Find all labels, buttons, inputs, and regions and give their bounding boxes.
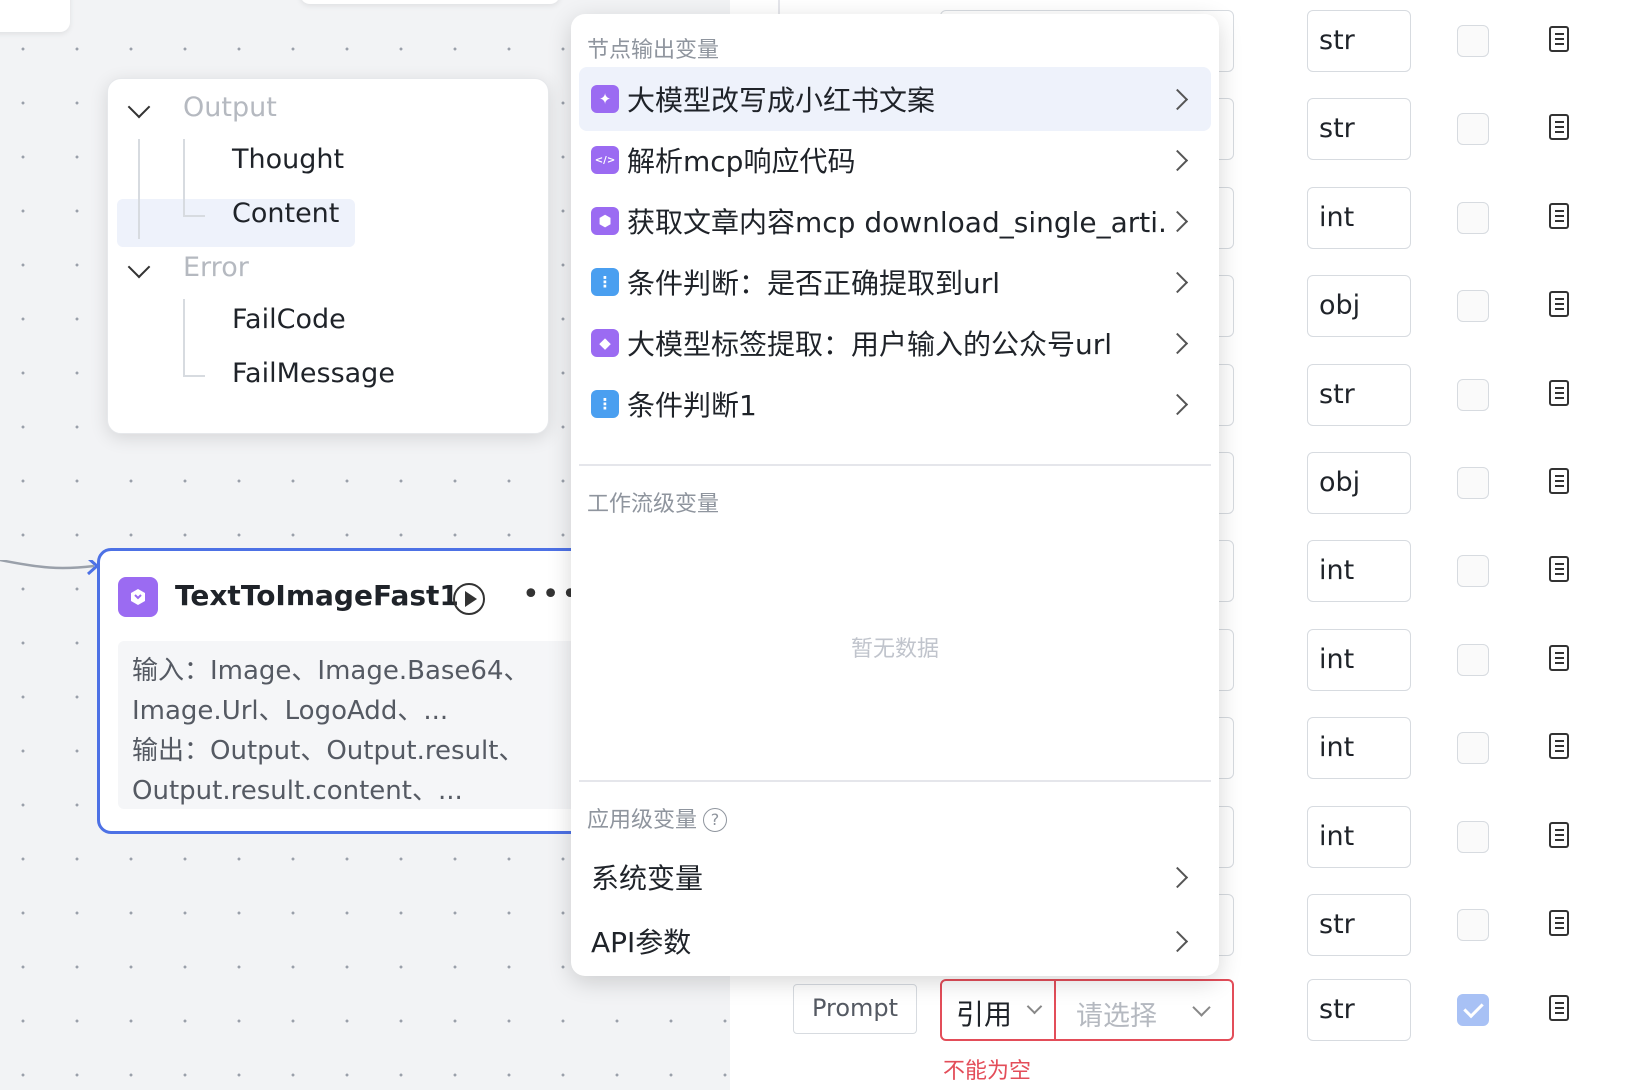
required-checkbox[interactable]: [1457, 467, 1489, 499]
required-checkbox[interactable]: [1457, 290, 1489, 323]
chevron-right-icon: [1166, 210, 1189, 232]
menu-item-label: 条件判断：是否正确提取到url: [627, 267, 1001, 300]
sparkle-icon: ✦: [591, 85, 619, 113]
required-checkbox[interactable]: [1457, 201, 1489, 234]
param-type[interactable]: obj: [1307, 452, 1411, 514]
required-checkbox[interactable]: [1457, 994, 1489, 1026]
chevron-down-icon[interactable]: [127, 255, 151, 279]
required-checkbox[interactable]: [1457, 820, 1489, 853]
param-type[interactable]: str: [1307, 10, 1411, 72]
param-type[interactable]: str: [1307, 98, 1411, 161]
code-icon: </>: [591, 146, 619, 174]
required-checkbox[interactable]: [1457, 113, 1489, 146]
chevron-down-icon: [1026, 998, 1043, 1015]
param-type[interactable]: str: [1307, 894, 1411, 956]
param-type[interactable]: str: [1307, 979, 1411, 1041]
chevron-down-icon: [1192, 998, 1211, 1017]
menu-item-label: 大模型改写成小红书文案: [627, 84, 936, 117]
variable-select-placeholder: 请选择: [1076, 1001, 1157, 1032]
required-checkbox[interactable]: [1457, 909, 1489, 941]
chevron-right-icon: [1166, 866, 1189, 888]
required-checkbox[interactable]: [1457, 25, 1489, 57]
document-icon[interactable]: [1549, 995, 1569, 1021]
document-icon[interactable]: [1549, 379, 1569, 406]
tag-icon: ◆: [591, 329, 619, 357]
menu-item-node-2[interactable]: </> 解析mcp响应代码: [579, 128, 1211, 192]
menu-item-api-params[interactable]: API参数: [579, 909, 1211, 973]
empty-state-text: 暂无数据: [850, 637, 939, 662]
chevron-right-icon: [1166, 332, 1189, 354]
plugin-icon: ⬢: [591, 207, 619, 235]
menu-item-node-4[interactable]: ⋮ 条件判断：是否正确提取到url: [579, 250, 1211, 314]
document-icon[interactable]: [1549, 556, 1569, 583]
divider: [579, 464, 1211, 466]
variable-select[interactable]: 请选择: [1054, 979, 1234, 1041]
required-checkbox[interactable]: [1457, 378, 1489, 411]
source-type-value: 引用: [956, 998, 1013, 1031]
plugin-icon: [118, 577, 158, 617]
param-type[interactable]: int: [1307, 628, 1411, 691]
document-icon[interactable]: [1549, 468, 1569, 494]
help-icon[interactable]: ?: [703, 808, 728, 832]
param-row-prompt: Prompt 引用 请选择 str 不能为空: [730, 979, 1646, 1084]
branch-icon: ⋮: [591, 390, 619, 418]
section-title-app-label: 应用级变量: [587, 808, 698, 833]
tree-group-output[interactable]: Output: [183, 83, 277, 131]
tree-group-error[interactable]: Error: [183, 243, 249, 291]
menu-item-label: 获取文章内容mcp download_single_arti...: [627, 206, 1170, 239]
node-title: TextToImageFast1: [175, 579, 459, 612]
document-icon[interactable]: [1549, 910, 1569, 936]
document-icon[interactable]: [1549, 821, 1569, 848]
param-type[interactable]: obj: [1307, 275, 1411, 338]
document-icon[interactable]: [1549, 202, 1569, 229]
param-type[interactable]: int: [1307, 717, 1411, 780]
param-type[interactable]: int: [1307, 540, 1411, 603]
menu-item-system-variables[interactable]: 系统变量: [579, 845, 1211, 909]
menu-item-label: API参数: [591, 926, 692, 959]
document-icon[interactable]: [1549, 644, 1569, 671]
tree-item-content[interactable]: Content: [232, 189, 339, 237]
param-name-tag: Prompt: [793, 984, 917, 1034]
required-checkbox[interactable]: [1457, 732, 1489, 765]
branch-icon: ⋮: [591, 268, 619, 296]
document-icon[interactable]: [1549, 291, 1569, 318]
source-type-select[interactable]: 引用: [940, 979, 1056, 1041]
chevron-right-icon: [1166, 149, 1189, 171]
document-icon[interactable]: [1549, 114, 1569, 141]
param-type[interactable]: int: [1307, 805, 1411, 868]
menu-item-label: 大模型标签提取：用户输入的公众号url: [627, 328, 1113, 361]
param-type[interactable]: str: [1307, 363, 1411, 426]
menu-item-node-5[interactable]: ◆ 大模型标签提取：用户输入的公众号url: [579, 311, 1211, 375]
chevron-right-icon: [1166, 930, 1189, 952]
menu-item-label: 条件判断1: [627, 389, 757, 422]
menu-item-node-1[interactable]: ✦ 大模型改写成小红书文案: [579, 67, 1211, 131]
chevron-right-icon: [1166, 88, 1189, 110]
menu-item-node-6[interactable]: ⋮ 条件判断1: [579, 372, 1211, 436]
section-title-workflow: 工作流级变量: [587, 492, 720, 517]
node-card-partial[interactable]: [0, 0, 70, 32]
chevron-right-icon: [1166, 393, 1189, 415]
tree-item-failmessage[interactable]: FailMessage: [232, 349, 395, 397]
variable-picker-menu: 节点输出变量 ✦ 大模型改写成小红书文案 </> 解析mcp响应代码 ⬢ 获取文章内容mc…: [571, 14, 1219, 976]
document-icon[interactable]: [1549, 733, 1569, 760]
divider: [579, 780, 1211, 782]
menu-item-node-3[interactable]: ⬢ 获取文章内容mcp download_single_arti...: [579, 189, 1211, 253]
validation-error: 不能为空: [943, 1059, 1032, 1084]
required-checkbox[interactable]: [1457, 555, 1489, 588]
section-title-node-outputs: 节点输出变量: [587, 38, 720, 63]
chevron-down-icon[interactable]: [127, 95, 151, 119]
required-checkbox[interactable]: [1457, 643, 1489, 676]
menu-item-label: 系统变量: [591, 862, 704, 895]
play-icon[interactable]: [453, 583, 485, 615]
output-variable-tree: Output Thought Content Error FailCode Fa…: [107, 78, 549, 434]
tree-item-failcode[interactable]: FailCode: [232, 295, 346, 343]
tree-item-thought[interactable]: Thought: [232, 135, 344, 183]
section-title-app: 应用级变量?: [587, 802, 728, 834]
menu-item-label: 解析mcp响应代码: [627, 145, 856, 178]
document-icon[interactable]: [1549, 26, 1569, 52]
node-card-partial[interactable]: [300, 0, 560, 4]
chevron-right-icon: [1166, 271, 1189, 293]
param-type[interactable]: int: [1307, 186, 1411, 249]
connection-edge: [0, 560, 100, 576]
